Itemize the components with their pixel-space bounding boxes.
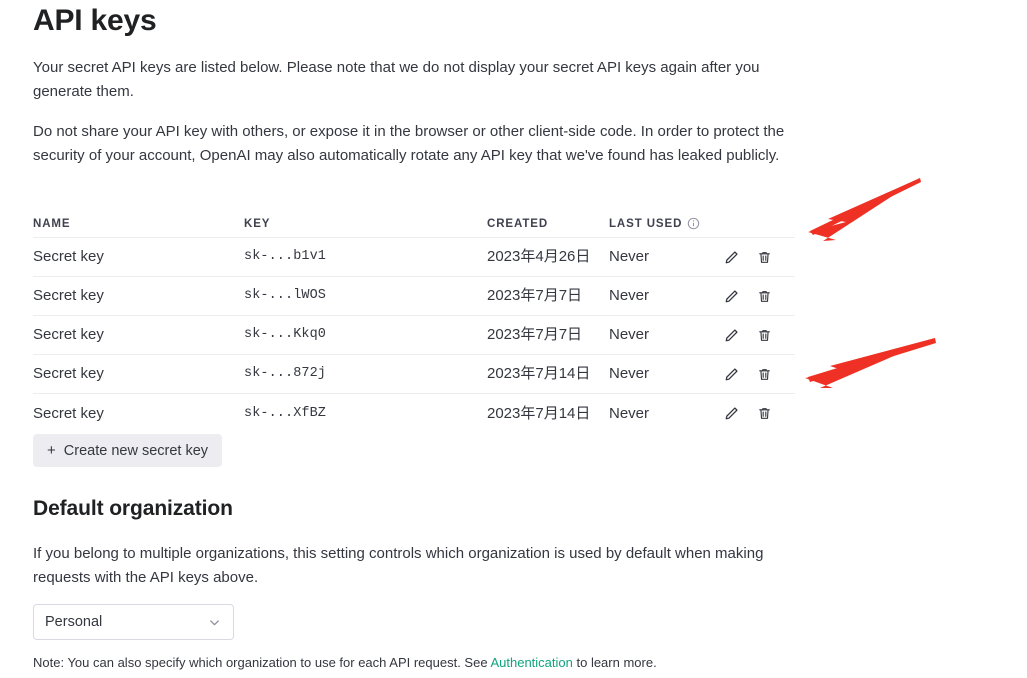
cell-last-used: Never bbox=[609, 365, 650, 382]
api-keys-table: NAME KEY CREATED LAST USED Secret key sk-… bbox=[33, 210, 795, 433]
cell-key: sk-...XfBZ bbox=[244, 405, 327, 421]
delete-trash-icon[interactable] bbox=[756, 405, 773, 422]
delete-trash-icon[interactable] bbox=[756, 288, 773, 305]
create-new-secret-key-button[interactable]: + Create new secret key bbox=[33, 434, 223, 467]
column-header-last-used-label: LAST USED bbox=[609, 217, 683, 230]
cell-created: 2023年7月7日 bbox=[487, 326, 583, 343]
table-row: Secret key sk-...Kkq0 2023年7月7日 Never bbox=[33, 316, 795, 355]
cell-name: Secret key bbox=[33, 287, 104, 304]
page-title: API keys bbox=[33, 4, 157, 37]
delete-trash-icon[interactable] bbox=[756, 249, 773, 266]
authentication-link[interactable]: Authentication bbox=[490, 655, 572, 670]
cell-name: Secret key bbox=[33, 248, 104, 265]
default-organization-title: Default organization bbox=[33, 497, 233, 520]
organization-note-prefix: Note: You can also specify which organiz… bbox=[33, 655, 491, 670]
column-header-key: KEY bbox=[244, 217, 271, 230]
cell-actions bbox=[717, 366, 795, 383]
default-organization-selected-value: Personal bbox=[45, 614, 103, 630]
table-row: Secret key sk-...XfBZ 2023年7月14日 Never bbox=[33, 394, 795, 433]
cell-actions bbox=[717, 405, 795, 422]
cell-last-used: Never bbox=[609, 326, 650, 343]
cell-last-used: Never bbox=[609, 248, 650, 265]
cell-last-used: Never bbox=[609, 287, 650, 304]
default-organization-select[interactable]: Personal bbox=[33, 604, 234, 640]
organization-note: Note: You can also specify which organiz… bbox=[33, 654, 657, 672]
table-header-row: NAME KEY CREATED LAST USED bbox=[33, 210, 795, 238]
cell-last-used: Never bbox=[609, 404, 650, 422]
create-new-secret-key-label: Create new secret key bbox=[63, 442, 209, 459]
cell-key: sk-...lWOS bbox=[244, 288, 327, 303]
cell-name: Secret key bbox=[33, 365, 104, 382]
edit-pencil-icon[interactable] bbox=[723, 366, 740, 383]
cell-key: sk-...b1v1 bbox=[244, 249, 327, 264]
column-header-last-used: LAST USED bbox=[609, 217, 717, 230]
arrow-to-last-used-header bbox=[808, 178, 921, 241]
plus-icon: + bbox=[47, 442, 56, 459]
intro-paragraph-1: Your secret API keys are listed below. P… bbox=[33, 59, 760, 100]
delete-trash-icon[interactable] bbox=[756, 366, 773, 383]
cell-actions bbox=[717, 288, 795, 305]
edit-pencil-icon[interactable] bbox=[723, 288, 740, 305]
cell-key: sk-...872j bbox=[244, 366, 327, 381]
cell-actions bbox=[717, 327, 795, 344]
intro-paragraph-2: Do not share your API key with others, o… bbox=[33, 123, 785, 164]
cell-name: Secret key bbox=[33, 404, 104, 422]
api-keys-page: API keys Your secret API keys are listed… bbox=[0, 0, 1027, 678]
delete-trash-icon[interactable] bbox=[756, 327, 773, 344]
table-row: Secret key sk-...b1v1 2023年4月26日 Never bbox=[33, 238, 795, 277]
cell-key: sk-...Kkq0 bbox=[244, 327, 327, 342]
edit-pencil-icon[interactable] bbox=[723, 405, 740, 422]
column-header-created: CREATED bbox=[487, 217, 549, 230]
cell-name: Secret key bbox=[33, 326, 104, 343]
organization-note-suffix: to learn more. bbox=[572, 655, 657, 670]
cell-created: 2023年4月26日 bbox=[487, 248, 591, 265]
arrow-to-delete-icon-row-4 bbox=[805, 338, 936, 388]
chevron-down-icon bbox=[207, 615, 222, 630]
cell-actions bbox=[717, 249, 795, 266]
table-row: Secret key sk-...lWOS 2023年7月7日 Never bbox=[33, 277, 795, 316]
table-body: Secret key sk-...b1v1 2023年4月26日 Never Secre… bbox=[33, 238, 795, 433]
info-icon[interactable] bbox=[687, 217, 700, 230]
column-header-name: NAME bbox=[33, 217, 71, 230]
table-row: Secret key sk-...872j 2023年7月14日 Never bbox=[33, 355, 795, 394]
default-organization-description: If you belong to multiple organizations,… bbox=[33, 545, 764, 586]
cell-created: 2023年7月14日 bbox=[487, 404, 591, 422]
edit-pencil-icon[interactable] bbox=[723, 327, 740, 344]
cell-created: 2023年7月14日 bbox=[487, 365, 591, 382]
edit-pencil-icon[interactable] bbox=[723, 249, 740, 266]
cell-created: 2023年7月7日 bbox=[487, 287, 583, 304]
